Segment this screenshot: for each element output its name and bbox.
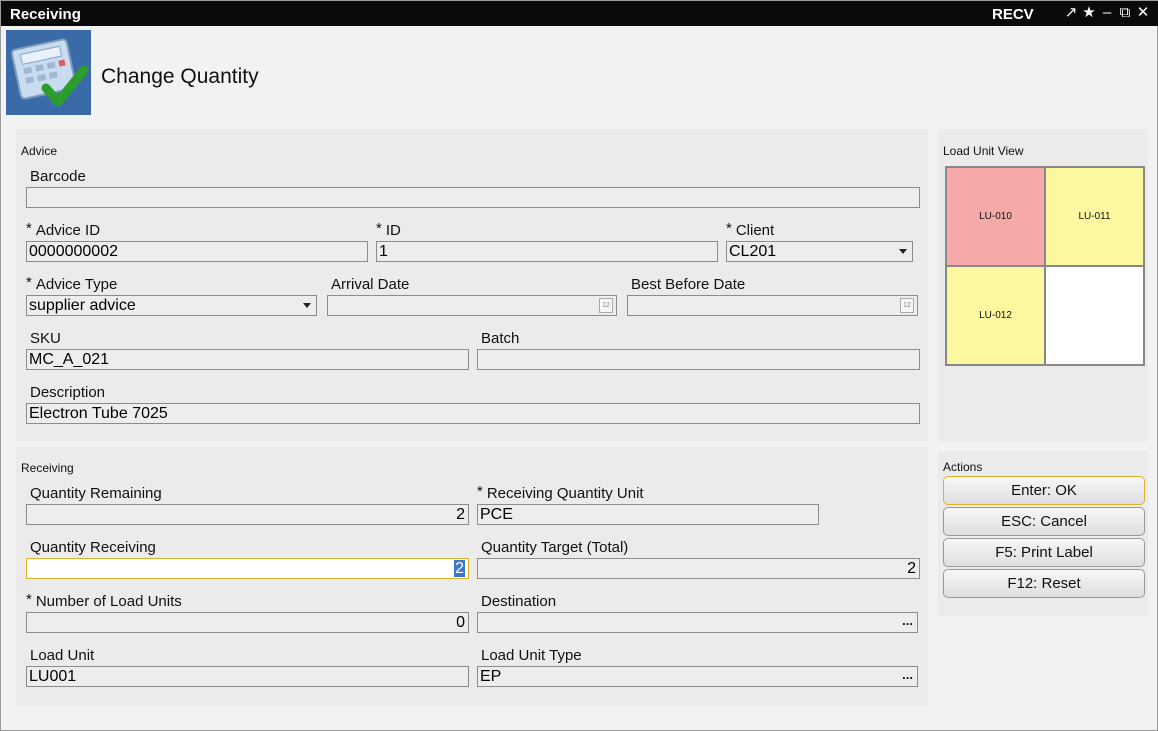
actions-label: Actions [943,460,983,474]
cancel-button[interactable]: ESC: Cancel [943,507,1145,536]
number-of-load-units-field[interactable]: 0 [26,612,469,633]
best-before-date-field[interactable]: 12 [627,295,918,316]
client-label: * Client [726,220,775,239]
required-marker: * [26,274,32,291]
advice-id-label: * Advice ID [26,220,101,239]
load-unit-view-label: Load Unit View [943,144,1024,158]
client-value: CL201 [729,243,777,260]
id-label: * ID [376,220,401,239]
required-marker: * [26,220,32,237]
required-marker: * [26,591,32,608]
advice-type-select[interactable]: supplier advice [26,295,317,316]
load-unit-type-field[interactable]: EP... [477,666,918,687]
barcode-field[interactable] [26,187,920,208]
load-unit-grid: LU-010 LU-011 LU-012 [945,166,1145,366]
destination-field[interactable]: ... [477,612,918,633]
barcode-label: Barcode [30,168,86,185]
title-bar: Receiving RECV ↗ ★ ‒ ⧉ ✕ [1,1,1158,26]
pin-icon[interactable]: ↗ [1063,4,1079,22]
advice-panel [16,129,928,441]
advice-id-field[interactable]: 0000000002 [26,241,368,262]
reset-button[interactable]: F12: Reset [943,569,1145,598]
restore-icon[interactable]: ⧉ [1117,4,1133,22]
page-title: Change Quantity [101,65,259,88]
load-unit-cell-empty[interactable] [1046,267,1143,364]
calendar-icon[interactable]: 12 [900,298,914,313]
arrival-date-field[interactable]: 12 [327,295,617,316]
destination-browse-button[interactable]: ... [902,613,913,630]
load-unit-type-browse-button[interactable]: ... [902,667,913,684]
star-icon[interactable]: ★ [1081,4,1097,22]
number-of-load-units-label: * Number of Load Units [26,591,182,610]
batch-label: Batch [481,330,520,347]
print-label-button[interactable]: F5: Print Label [943,538,1145,567]
required-marker: * [726,220,732,237]
advice-type-value: supplier advice [29,297,136,314]
quantity-remaining-label: Quantity Remaining [30,485,162,502]
best-before-date-label: Best Before Date [631,276,746,293]
quantity-receiving-label: Quantity Receiving [30,539,156,556]
calendar-icon[interactable]: 12 [599,298,613,313]
advice-section-label: Advice [21,144,58,158]
description-label: Description [30,384,106,401]
client-select[interactable]: CL201 [726,241,913,262]
description-field[interactable]: Electron Tube 7025 [26,403,920,424]
required-marker: * [477,483,483,500]
advice-type-label: * Advice Type [26,274,118,293]
chevron-down-icon[interactable] [899,249,907,254]
chevron-down-icon[interactable] [303,303,311,308]
load-unit-label: Load Unit [30,647,95,664]
selected-text: 2 [454,560,465,577]
load-unit-cell[interactable]: LU-010 [947,168,1044,265]
destination-label: Destination [481,593,557,610]
quantity-target-field[interactable]: 2 [477,558,920,579]
quantity-target-label: Quantity Target (Total) [481,539,629,556]
load-unit-cell[interactable]: LU-012 [947,267,1044,364]
quantity-remaining-field[interactable]: 2 [26,504,469,525]
minimize-icon[interactable]: ‒ [1099,4,1115,22]
arrival-date-label: Arrival Date [331,276,410,293]
receiving-quantity-unit-field[interactable]: PCE [477,504,819,525]
quantity-receiving-input[interactable]: 2 [26,558,469,579]
receiving-window: Receiving RECV ↗ ★ ‒ ⧉ ✕ Change Quantity [0,0,1158,731]
receiving-section-label: Receiving [21,461,74,475]
load-unit-field[interactable]: LU001 [26,666,469,687]
batch-field[interactable] [477,349,920,370]
sku-label: SKU [30,330,61,347]
id-field[interactable]: 1 [376,241,718,262]
ok-button[interactable]: Enter: OK [943,476,1145,505]
window-title: Receiving [10,6,81,23]
window-code: RECV [992,6,1034,23]
load-unit-cell[interactable]: LU-011 [1046,168,1143,265]
calculator-check-icon [6,30,91,115]
load-unit-type-label: Load Unit Type [481,647,582,664]
receiving-quantity-unit-label: * Receiving Quantity Unit [477,483,644,502]
required-marker: * [376,220,382,237]
sku-field[interactable]: MC_A_021 [26,349,469,370]
close-icon[interactable]: ✕ [1135,4,1151,22]
